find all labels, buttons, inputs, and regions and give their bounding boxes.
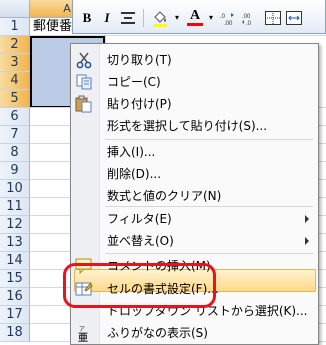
row-header-3[interactable]: 3	[0, 54, 30, 72]
row-header-11[interactable]: 11	[0, 198, 30, 216]
row-header-15[interactable]: 15	[0, 270, 30, 288]
fill-color-dropdown[interactable]: ▾	[173, 8, 181, 28]
row-header-4[interactable]: 4	[0, 72, 30, 90]
row-header-7[interactable]: 7	[0, 126, 30, 144]
menu-item-label: 数式と値のクリア(N)	[107, 189, 222, 203]
borders-icon	[265, 11, 281, 25]
row-header-14[interactable]: 14	[0, 252, 30, 270]
menu-item-label: コピー(C)	[107, 75, 161, 89]
decimal-icon: .00 .0	[242, 14, 252, 27]
menu-separator	[105, 206, 313, 207]
menu-item-delete[interactable]: 削除(D)...	[72, 163, 315, 185]
menu-item-label: ふりがなの表示(S)	[107, 326, 208, 340]
borders-button[interactable]	[263, 8, 283, 28]
font-color-swatch	[187, 23, 203, 26]
increase-decimal-button[interactable]: .00 .0	[241, 8, 259, 28]
row-header-18[interactable]: 18	[0, 324, 30, 342]
merge-icon	[286, 11, 302, 25]
menu-item-copy[interactable]: コピー(C)	[72, 71, 315, 93]
menu-item-cut[interactable]: 切り取り(T)	[72, 49, 315, 71]
bold-button[interactable]: B	[79, 8, 95, 28]
font-color-dropdown[interactable]: ▾	[207, 8, 215, 28]
row-header-2[interactable]: 2	[0, 36, 30, 54]
menu-item-paste[interactable]: 貼り付け(P)	[72, 93, 315, 115]
cell-a1[interactable]: 郵便番	[33, 18, 72, 36]
row-header-16[interactable]: 16	[0, 288, 30, 306]
menu-item-clear-contents[interactable]: 数式と値のクリア(N)	[72, 185, 315, 207]
decrease-decimal-button[interactable]: .0 .00	[219, 8, 237, 28]
font-color-button[interactable]: A	[185, 8, 205, 28]
menu-item-paste-special[interactable]: 形式を選択して貼り付け(S)...	[72, 115, 315, 137]
row-header-10[interactable]: 10	[0, 180, 30, 198]
svg-text:ア: ア	[79, 326, 85, 333]
row-header-6[interactable]: 6	[0, 108, 30, 126]
row-header-5[interactable]: 5	[0, 90, 30, 108]
menu-item-label: 削除(D)...	[107, 167, 162, 181]
align-center-icon	[121, 12, 135, 24]
menu-item-label: 貼り付け(P)	[107, 97, 172, 111]
italic-button[interactable]: I	[99, 8, 115, 28]
row-header-1[interactable]: 1	[0, 18, 30, 36]
row-header-17[interactable]: 17	[0, 306, 30, 324]
menu-item-show-furigana[interactable]: ア 亜 ふりがなの表示(S)	[72, 322, 315, 344]
menu-separator	[105, 139, 313, 140]
row-header-12[interactable]: 12	[0, 216, 30, 234]
copy-icon	[76, 74, 92, 90]
fill-color-button[interactable]	[149, 8, 171, 28]
paste-icon	[75, 95, 92, 113]
svg-text:.00: .00	[242, 14, 251, 20]
decimal-icon: .0 .00	[220, 13, 234, 27]
svg-text:.00: .00	[224, 21, 233, 25]
submenu-arrow-icon	[305, 237, 309, 245]
svg-text:.0: .0	[220, 14, 226, 20]
menu-item-label: 挿入(I)...	[107, 145, 156, 159]
menu-item-label: 並べ替え(O)	[107, 234, 174, 248]
menu-item-sort[interactable]: 並べ替え(O)	[72, 230, 315, 252]
toolbar-separator	[143, 9, 144, 27]
align-center-button[interactable]	[119, 8, 137, 28]
svg-text:.0: .0	[246, 21, 252, 25]
menu-item-insert[interactable]: 挿入(I)...	[72, 141, 315, 163]
menu-item-label: フィルタ(E)	[107, 212, 172, 226]
paint-bucket-icon	[153, 11, 167, 27]
row-header-9[interactable]: 9	[0, 162, 30, 180]
row-header-8[interactable]: 8	[0, 144, 30, 162]
grid-row-line	[30, 35, 326, 36]
menu-item-label: 切り取り(T)	[107, 53, 172, 67]
submenu-arrow-icon	[305, 215, 309, 223]
scissors-icon	[76, 52, 92, 69]
mini-toolbar: B I ▾ A ▾ .0 .00 .00 .0	[72, 0, 326, 34]
font-color-icon: A	[189, 8, 201, 23]
merge-center-button[interactable]	[285, 8, 303, 28]
row-header-13[interactable]: 13	[0, 234, 30, 252]
menu-item-label: 形式を選択して貼り付け(S)...	[107, 119, 268, 133]
svg-text:亜: 亜	[78, 332, 88, 342]
select-all-corner[interactable]	[0, 0, 30, 18]
annotation-highlight	[63, 263, 216, 308]
menu-separator	[105, 253, 313, 254]
menu-item-filter[interactable]: フィルタ(E)	[72, 208, 315, 230]
furigana-icon: ア 亜	[78, 326, 88, 342]
